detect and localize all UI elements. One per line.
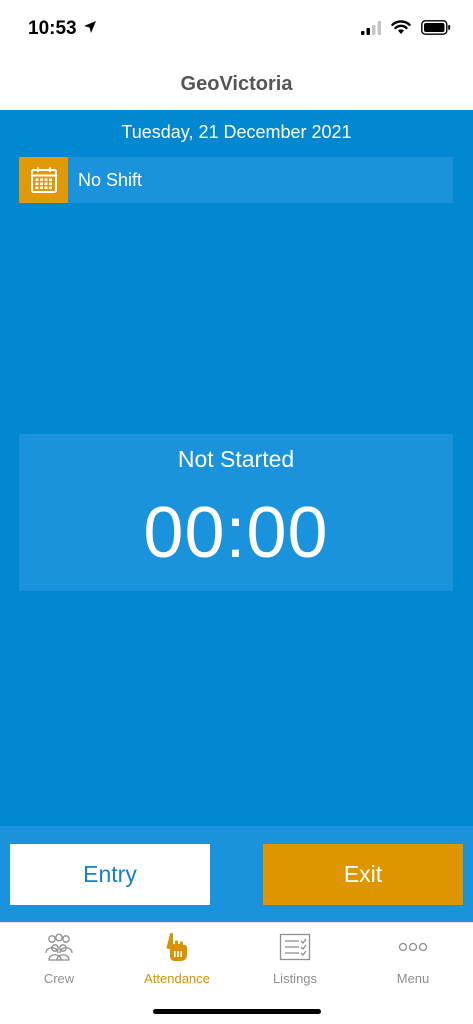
- status-time: 10:53: [28, 18, 97, 40]
- attendance-panel: Tuesday, 21 December 2021 No Shift Not S…: [0, 110, 473, 826]
- status-bar: 10:53: [0, 0, 473, 58]
- entry-button[interactable]: Entry: [10, 844, 210, 905]
- timer-panel: Not Started 00:00: [19, 434, 453, 591]
- page-title: GeoVictoria: [180, 72, 293, 95]
- exit-button[interactable]: Exit: [263, 844, 463, 905]
- tab-crew[interactable]: Crew: [0, 931, 118, 991]
- hand-pointer-icon: [165, 931, 189, 963]
- location-arrow-icon: [83, 18, 97, 40]
- tab-listings[interactable]: Listings: [236, 931, 354, 991]
- calendar-icon: [19, 157, 68, 203]
- wifi-icon: [391, 20, 411, 40]
- action-area: Entry Exit: [0, 826, 473, 922]
- timer-status: Not Started: [177, 446, 295, 472]
- tab-label-menu: Menu: [396, 971, 430, 986]
- date-label: Tuesday, 21 December 2021: [121, 122, 352, 142]
- shift-bar[interactable]: No Shift: [19, 157, 453, 203]
- checklist-icon: [279, 931, 311, 963]
- cellular-signal-icon: [361, 20, 381, 40]
- crew-icon: [43, 931, 75, 963]
- tab-label-attendance: Attendance: [144, 971, 210, 986]
- tab-menu[interactable]: Menu: [354, 931, 472, 991]
- battery-icon: [421, 20, 451, 40]
- tab-label-listings: Listings: [272, 971, 318, 986]
- more-dots-icon: [398, 931, 428, 963]
- tab-label-crew: Crew: [43, 971, 75, 986]
- nav-header: GeoVictoria: [0, 58, 473, 110]
- status-indicators: [361, 20, 451, 40]
- home-indicator[interactable]: [153, 1009, 321, 1014]
- clock-label: 10:53: [28, 18, 77, 39]
- timer-value: 00:00: [143, 493, 329, 573]
- shift-label: No Shift: [78, 169, 143, 190]
- tab-attendance[interactable]: Attendance: [118, 931, 236, 991]
